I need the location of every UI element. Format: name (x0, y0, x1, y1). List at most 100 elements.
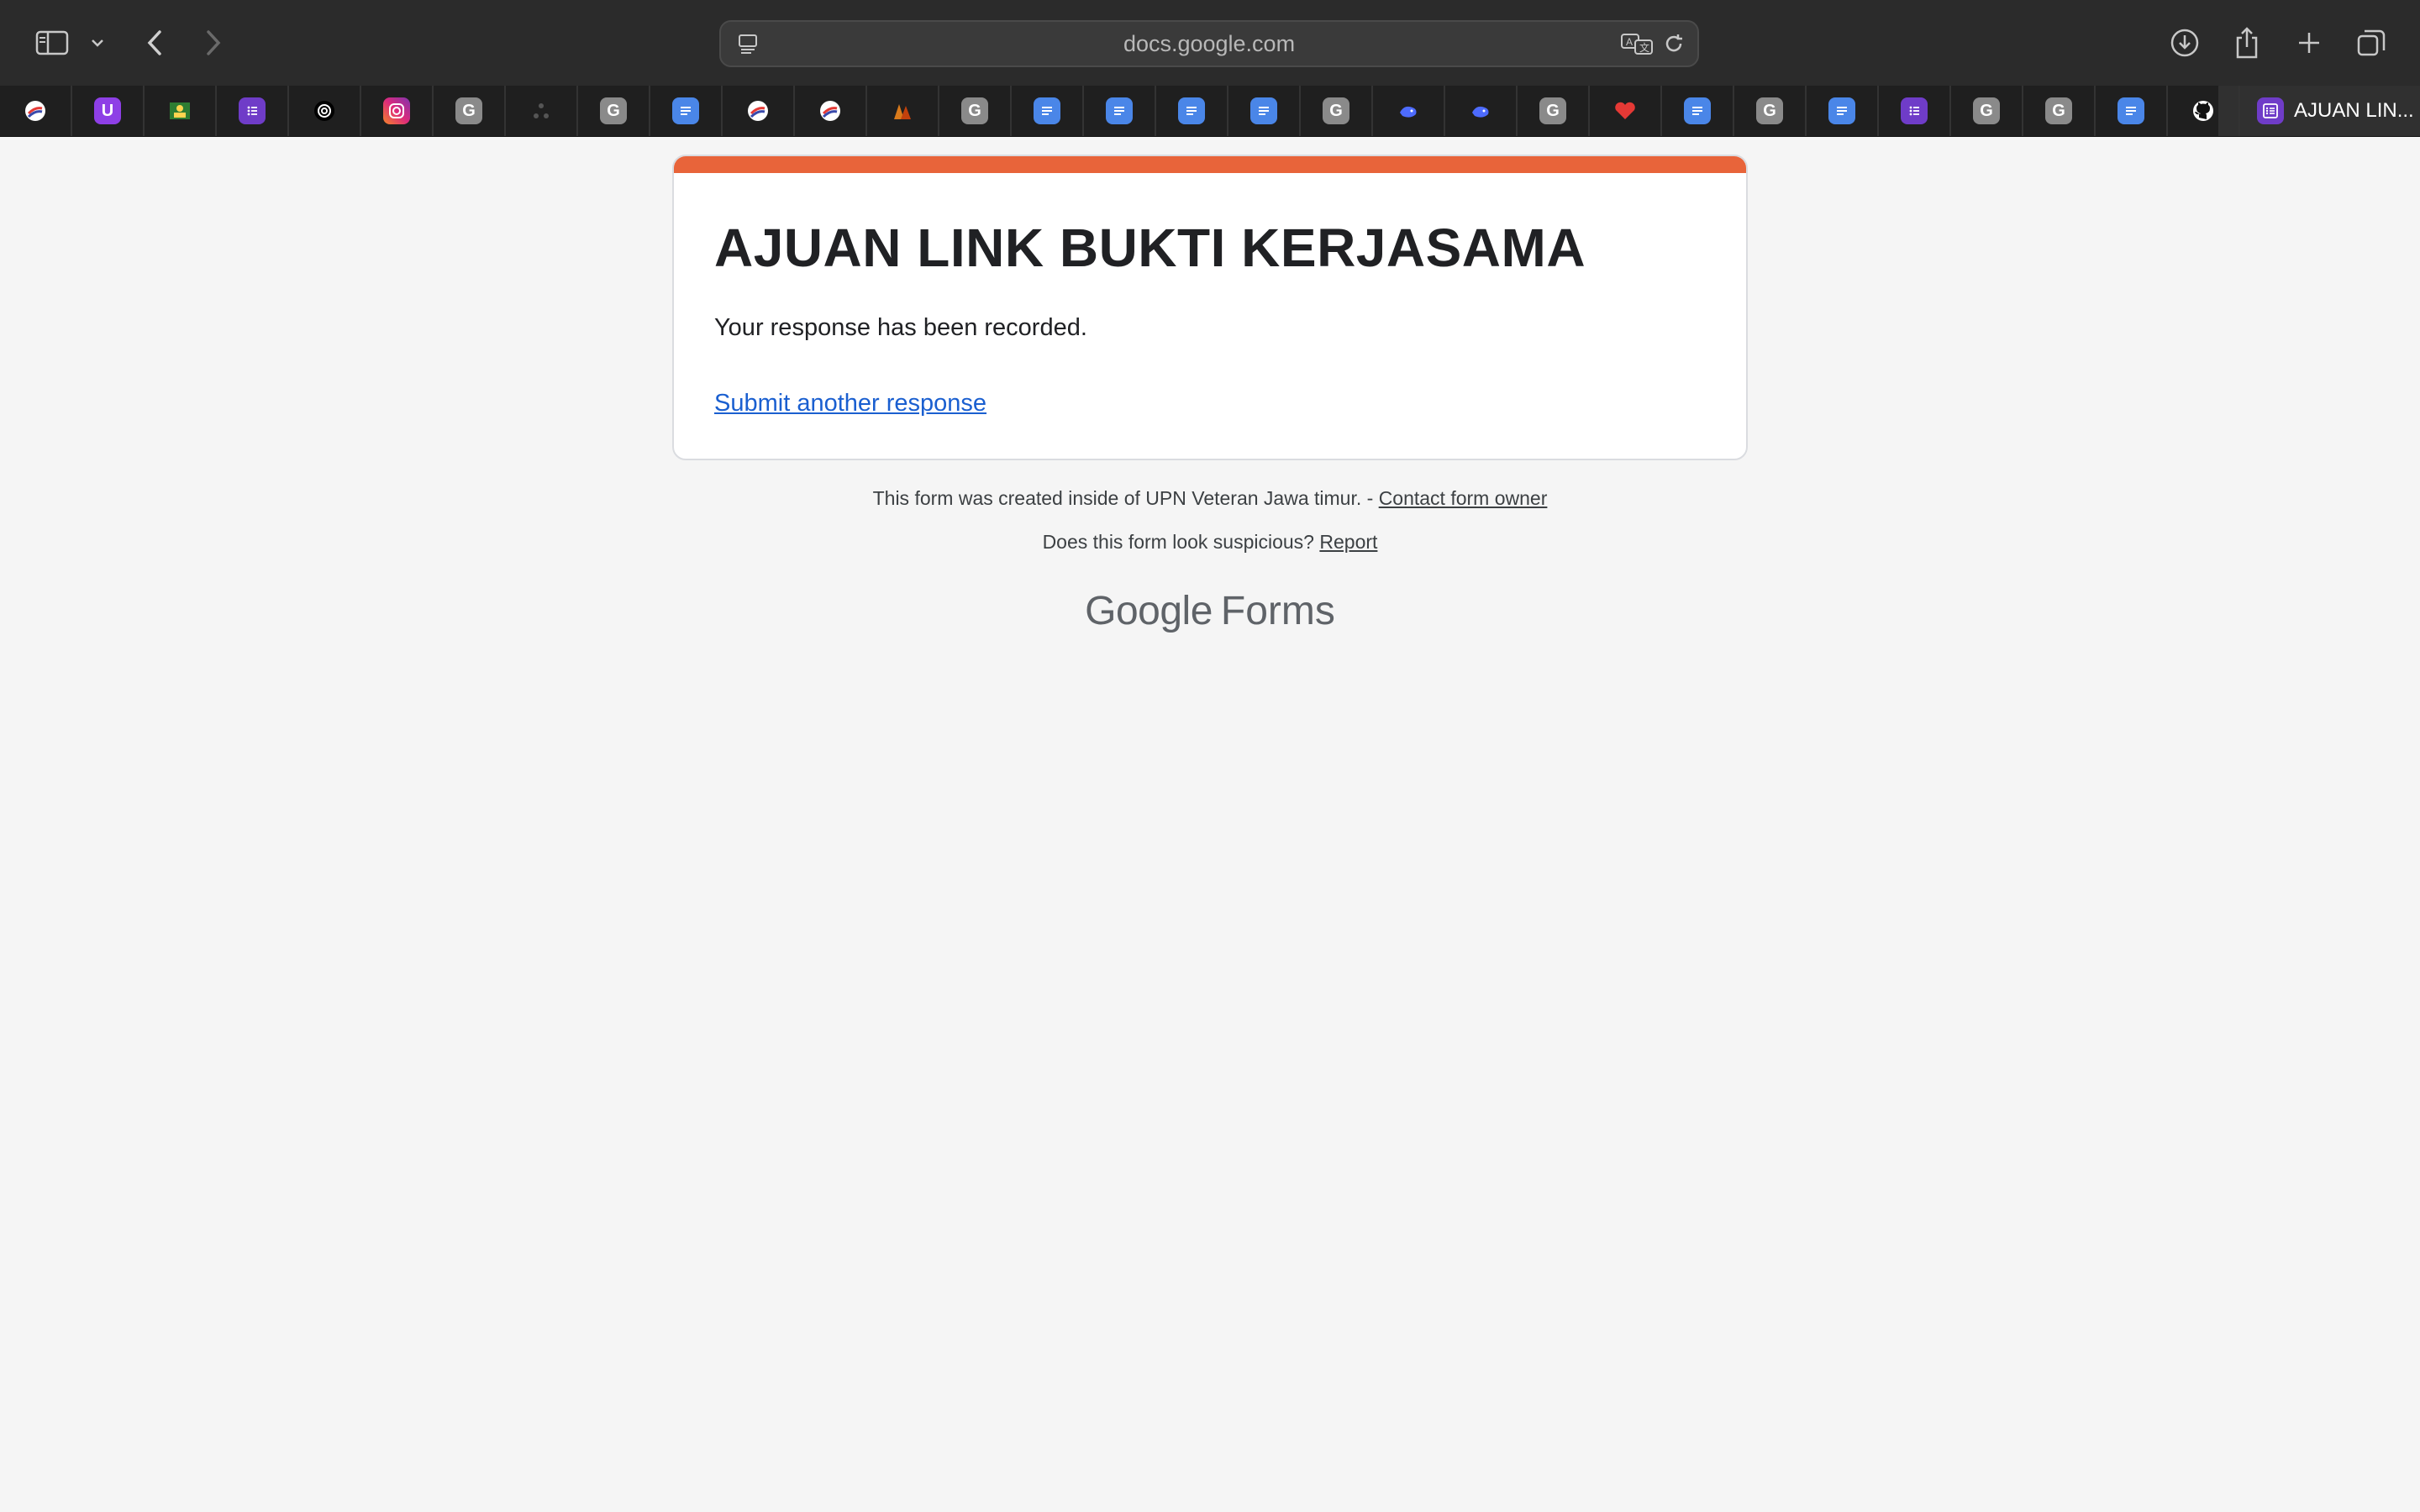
report-link[interactable]: Report (1319, 531, 1377, 553)
pinned-tab[interactable] (361, 86, 434, 136)
pinned-tab[interactable] (1807, 86, 1879, 136)
form-title: AJUAN LINK BUKTI KERJASAMA (714, 218, 1586, 278)
docs-icon (2118, 97, 2144, 124)
forms-icon (1901, 97, 1928, 124)
pinned-tab[interactable] (1879, 86, 1951, 136)
pinned-tab[interactable]: G (1301, 86, 1373, 136)
pinned-tab[interactable] (289, 86, 361, 136)
contact-form-owner-link[interactable]: Contact form owner (1379, 487, 1548, 509)
downloads-button[interactable] (2160, 18, 2210, 68)
google-forms-logo[interactable]: Google Forms (0, 588, 2420, 634)
generic-g-icon: G (1323, 97, 1349, 124)
sidebar-icon (35, 30, 69, 55)
pinned-tab[interactable]: G (939, 86, 1012, 136)
pinned-tab[interactable] (145, 86, 217, 136)
generic-g-icon: G (961, 97, 988, 124)
generic-g-icon: G (1973, 97, 2000, 124)
confirmation-card: AJUAN LINK BUKTI KERJASAMA Your response… (672, 155, 1748, 460)
stripes-icon (744, 97, 771, 124)
share-button[interactable] (2222, 18, 2272, 68)
submit-another-response-link[interactable]: Submit another response (714, 390, 986, 417)
pinned-tab[interactable]: G (434, 86, 506, 136)
form-origin-text: This form was created inside of UPN Vete… (0, 487, 2420, 510)
brand-google: Google (1085, 589, 1213, 633)
network-icon (528, 97, 555, 124)
chevron-down-icon (92, 39, 103, 47)
back-button[interactable] (129, 18, 180, 68)
pinned-tab[interactable]: G (2023, 86, 2096, 136)
card-accent-stripe (674, 156, 1746, 173)
pinned-tab[interactable] (1445, 86, 1518, 136)
pinned-tab[interactable] (1012, 86, 1084, 136)
pinned-tab[interactable]: G (1951, 86, 2023, 136)
pinned-tab[interactable]: G (1518, 86, 1590, 136)
forward-button[interactable] (188, 18, 239, 68)
pinned-tab[interactable]: G (1734, 86, 1807, 136)
stripes-icon (817, 97, 844, 124)
chevron-left-icon (147, 30, 161, 55)
pinned-tab[interactable] (867, 86, 939, 136)
tab-strip: AJUAN LIN... U G G G G G G G G (0, 86, 2420, 137)
u-app-icon: U (94, 97, 121, 124)
docs-icon (1684, 97, 1711, 124)
pinned-tab[interactable] (723, 86, 795, 136)
pinned-tab[interactable] (506, 86, 578, 136)
pinned-tab[interactable]: G (578, 86, 650, 136)
pinned-tab[interactable] (1156, 86, 1228, 136)
instagram-icon (383, 97, 410, 124)
suspicious-question: Does this form look suspicious? (1042, 531, 1314, 553)
pinned-tab[interactable] (1373, 86, 1445, 136)
generic-g-icon: G (2045, 97, 2072, 124)
pinned-tab[interactable] (1590, 86, 1662, 136)
tab-active[interactable]: AJUAN LIN... (2218, 86, 2420, 136)
reload-icon[interactable] (1659, 29, 1689, 59)
svg-text:文: 文 (1639, 41, 1649, 54)
docs-icon (1106, 97, 1133, 124)
docs-icon (1250, 97, 1277, 124)
svg-text:A: A (1626, 36, 1633, 48)
docs-icon (672, 97, 699, 124)
new-tab-button[interactable] (2284, 18, 2334, 68)
pinned-tab[interactable] (2096, 86, 2168, 136)
pinned-tab[interactable] (1084, 86, 1156, 136)
pinned-tab[interactable] (1228, 86, 1301, 136)
download-icon (2170, 29, 2199, 57)
whale-icon (1395, 97, 1422, 124)
brand-forms: Forms (1220, 589, 1335, 633)
pinned-tab[interactable] (650, 86, 723, 136)
github-icon (2190, 97, 2217, 124)
url-text[interactable]: docs.google.com (721, 22, 1697, 66)
plus-icon (2299, 33, 2319, 53)
share-icon (2236, 27, 2258, 59)
pmm-icon (889, 97, 916, 124)
sidebar-toggle-button[interactable] (27, 18, 77, 68)
tab-group-dropdown[interactable] (81, 18, 114, 68)
confirmation-message: Your response has been recorded. (714, 314, 1087, 341)
browser-toolbar: docs.google.com A文 (0, 0, 2420, 86)
chevron-right-icon (207, 30, 221, 55)
generic-g-icon: G (600, 97, 627, 124)
address-bar[interactable]: docs.google.com A文 (719, 20, 1699, 67)
docs-icon (1178, 97, 1205, 124)
generic-g-icon: G (1539, 97, 1566, 124)
heart-icon (1612, 97, 1639, 124)
pinned-tab[interactable] (2168, 86, 2240, 136)
generic-g-icon: G (455, 97, 482, 124)
tab-title: AJUAN LIN... (2294, 99, 2414, 122)
docs-icon (1828, 97, 1855, 124)
pinned-tab[interactable] (1662, 86, 1734, 136)
tab-overview-button[interactable] (2346, 18, 2396, 68)
translate-icon[interactable]: A文 (1618, 29, 1655, 59)
created-text: This form was created inside of UPN Vete… (872, 487, 1374, 509)
generic-g-icon: G (1756, 97, 1783, 124)
pinned-tab[interactable] (795, 86, 867, 136)
pinned-tab[interactable]: U (72, 86, 145, 136)
forms-icon (239, 97, 266, 124)
pinned-tab[interactable] (0, 86, 72, 136)
pinned-tab[interactable] (217, 86, 289, 136)
whale-icon (1467, 97, 1494, 124)
forms-icon (2257, 97, 2284, 124)
stripes-icon (22, 97, 49, 124)
suspicious-text: Does this form look suspicious? Report (0, 531, 2420, 554)
docs-icon (1034, 97, 1060, 124)
